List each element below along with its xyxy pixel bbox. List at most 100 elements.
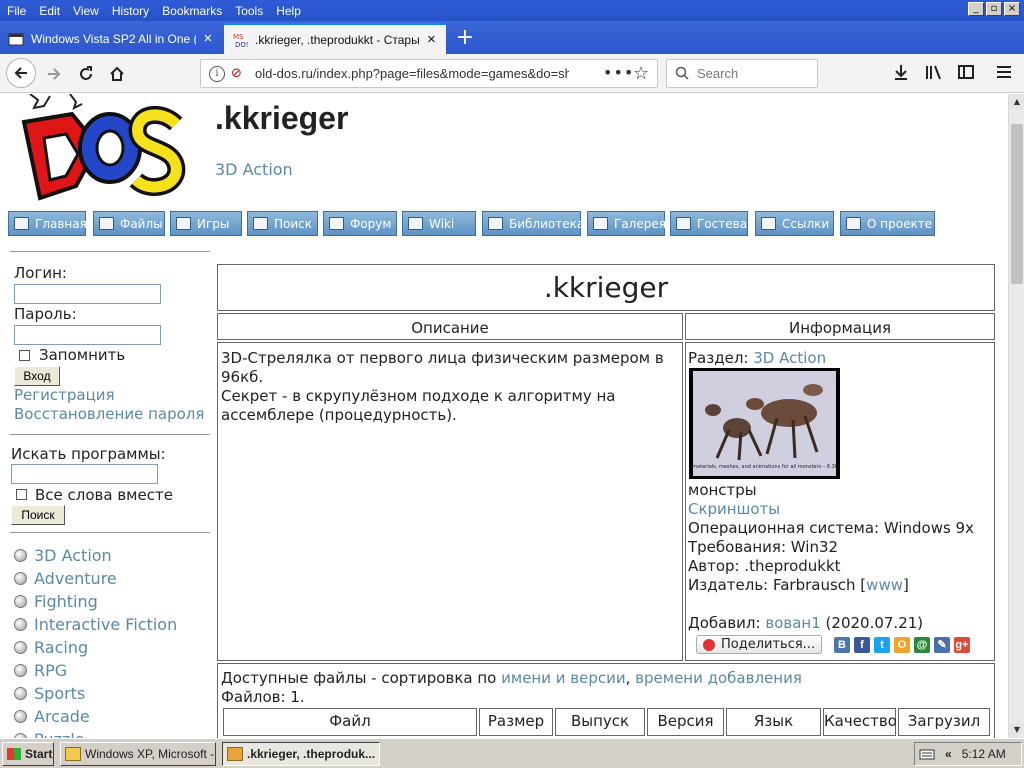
- keyboard-icon[interactable]: [919, 747, 935, 761]
- url-text[interactable]: old-dos.ru/index.php?page=files&mode=gam…: [255, 66, 569, 81]
- close-window-button[interactable]: ×: [1004, 2, 1020, 16]
- column-release[interactable]: Выпуск: [555, 708, 645, 736]
- column-language[interactable]: Язык: [726, 708, 821, 736]
- share-button[interactable]: Поделиться...: [696, 635, 823, 654]
- new-tab-button[interactable]: +: [452, 25, 478, 51]
- library-icon[interactable]: [924, 64, 944, 84]
- column-file[interactable]: Файл: [223, 708, 477, 736]
- start-button[interactable]: Start: [2, 742, 54, 766]
- scroll-up-arrow-icon[interactable]: ▲: [1010, 95, 1024, 109]
- nav-games[interactable]: Игры: [170, 211, 242, 236]
- back-button[interactable]: [6, 58, 36, 88]
- category-puzzle[interactable]: Puzzle: [14, 729, 85, 738]
- nav-links[interactable]: Ссылки: [755, 211, 834, 236]
- menu-view[interactable]: View: [66, 4, 105, 18]
- page-actions-icon[interactable]: •••: [603, 63, 634, 82]
- password-input[interactable]: [14, 325, 161, 345]
- tray-chevron-icon[interactable]: «: [945, 747, 952, 761]
- all-words-checkbox[interactable]: [16, 489, 27, 500]
- menu-tools[interactable]: Tools: [228, 4, 269, 18]
- tab-windows-vista[interactable]: Windows Vista SP2 All in One (Rus ×: [0, 23, 222, 54]
- insecure-lock-icon[interactable]: ⊘: [231, 67, 245, 81]
- search-programs-input[interactable]: [11, 464, 158, 484]
- category-adventure[interactable]: Adventure: [14, 568, 117, 588]
- menu-edit[interactable]: Edit: [32, 4, 66, 18]
- nav-forum[interactable]: Форум: [323, 211, 397, 236]
- maximize-button[interactable]: ▫: [986, 2, 1002, 16]
- magnifier-icon: [253, 217, 268, 230]
- user-icon: [329, 217, 344, 230]
- vk-icon[interactable]: В: [834, 637, 850, 653]
- mailru-icon[interactable]: @: [914, 637, 930, 653]
- close-tab-icon[interactable]: ×: [425, 31, 438, 48]
- menu-history[interactable]: History: [105, 4, 155, 18]
- terminal-icon: [99, 217, 114, 230]
- category-fighting[interactable]: Fighting: [14, 591, 98, 611]
- nav-gallery[interactable]: Галерея: [587, 211, 666, 236]
- minimize-button[interactable]: _: [968, 2, 984, 16]
- menu-icon[interactable]: [994, 64, 1014, 84]
- reload-button[interactable]: [72, 60, 100, 88]
- screenshots-link[interactable]: Скриншоты: [688, 500, 780, 519]
- restore-password-link[interactable]: Восстановление пароля: [14, 405, 204, 423]
- home-button[interactable]: [103, 60, 131, 88]
- register-link[interactable]: Регистрация: [14, 386, 115, 404]
- nav-guestbook[interactable]: Гостевая: [670, 211, 754, 236]
- page-subtitle-link[interactable]: 3D Action: [215, 160, 293, 179]
- menu-file[interactable]: File: [0, 4, 32, 18]
- category-label: Adventure: [34, 568, 117, 588]
- sidebar-icon[interactable]: [956, 64, 976, 84]
- nav-home[interactable]: Главная: [8, 211, 87, 236]
- svg-text:MS: MS: [233, 33, 244, 41]
- download-icon[interactable]: [891, 64, 911, 84]
- sort-by-time-link[interactable]: времени добавления: [635, 669, 802, 687]
- publisher-www-link[interactable]: www: [866, 576, 903, 594]
- scroll-down-arrow-icon[interactable]: ▼: [1010, 723, 1024, 737]
- added-user-link[interactable]: вован1: [765, 614, 820, 632]
- nav-wiki[interactable]: Wiki: [402, 211, 476, 236]
- category-3d-action[interactable]: 3D Action: [14, 545, 112, 565]
- column-version[interactable]: Версия: [647, 708, 724, 736]
- bookmark-star-icon[interactable]: ☆: [633, 63, 649, 84]
- tab-kkrieger[interactable]: MSDOS .kkrieger, .theprodukkt - Старый ×: [224, 23, 446, 54]
- monsters-screenshot-image[interactable]: materials, meshes, and animations for al…: [689, 368, 840, 479]
- nav-label: Галерея: [614, 216, 666, 231]
- column-quality[interactable]: Качество: [823, 708, 897, 736]
- column-uploader[interactable]: Загрузил: [898, 708, 990, 736]
- menu-help[interactable]: Help: [269, 4, 307, 18]
- login-label: Логин:: [14, 264, 67, 282]
- url-bar[interactable]: i ⊘ old-dos.ru/index.php?page=files&mode…: [200, 59, 658, 88]
- nav-search[interactable]: Поиск: [247, 211, 318, 236]
- category-racing[interactable]: Racing: [14, 637, 88, 657]
- search-bar[interactable]: Search: [666, 59, 818, 88]
- nav-files[interactable]: Файлы: [93, 211, 165, 236]
- section-link[interactable]: 3D Action: [753, 349, 826, 367]
- google-plus-icon[interactable]: g+: [954, 637, 970, 653]
- close-tab-icon[interactable]: ×: [202, 30, 214, 47]
- login-button[interactable]: Вход: [14, 366, 60, 386]
- category-arcade[interactable]: Arcade: [14, 706, 90, 726]
- nav-library[interactable]: Библиотека: [482, 211, 584, 236]
- scroll-thumb[interactable]: [1011, 124, 1023, 284]
- old-dos-logo[interactable]: [10, 94, 190, 206]
- nav-about[interactable]: О проекте: [840, 211, 935, 236]
- search-button[interactable]: Поиск: [11, 505, 65, 525]
- facebook-icon[interactable]: f: [854, 637, 870, 653]
- vertical-scrollbar[interactable]: ▲ ▼: [1008, 94, 1024, 738]
- twitter-icon[interactable]: t: [874, 637, 890, 653]
- category-rpg[interactable]: RPG: [14, 660, 67, 680]
- back-arrow-icon: [14, 67, 27, 79]
- remember-checkbox[interactable]: [19, 350, 30, 361]
- column-size[interactable]: Размер: [479, 708, 553, 736]
- login-input[interactable]: [14, 284, 161, 304]
- info-icon[interactable]: i: [209, 66, 225, 82]
- sort-by-name-link[interactable]: имени и версии: [501, 669, 625, 687]
- odnoklassniki-icon[interactable]: О: [894, 637, 910, 653]
- menu-bookmarks[interactable]: Bookmarks: [155, 4, 228, 18]
- taskbar-item-kkrieger[interactable]: .kkrieger, .theproduk...: [222, 742, 380, 766]
- taskbar-item-windows-xp[interactable]: Windows XP, Microsoft - ...: [60, 742, 216, 766]
- livejournal-icon[interactable]: ✎: [934, 637, 950, 653]
- category-sports[interactable]: Sports: [14, 683, 85, 703]
- forward-button[interactable]: [40, 60, 68, 88]
- category-interactive-fiction[interactable]: Interactive Fiction: [14, 614, 177, 634]
